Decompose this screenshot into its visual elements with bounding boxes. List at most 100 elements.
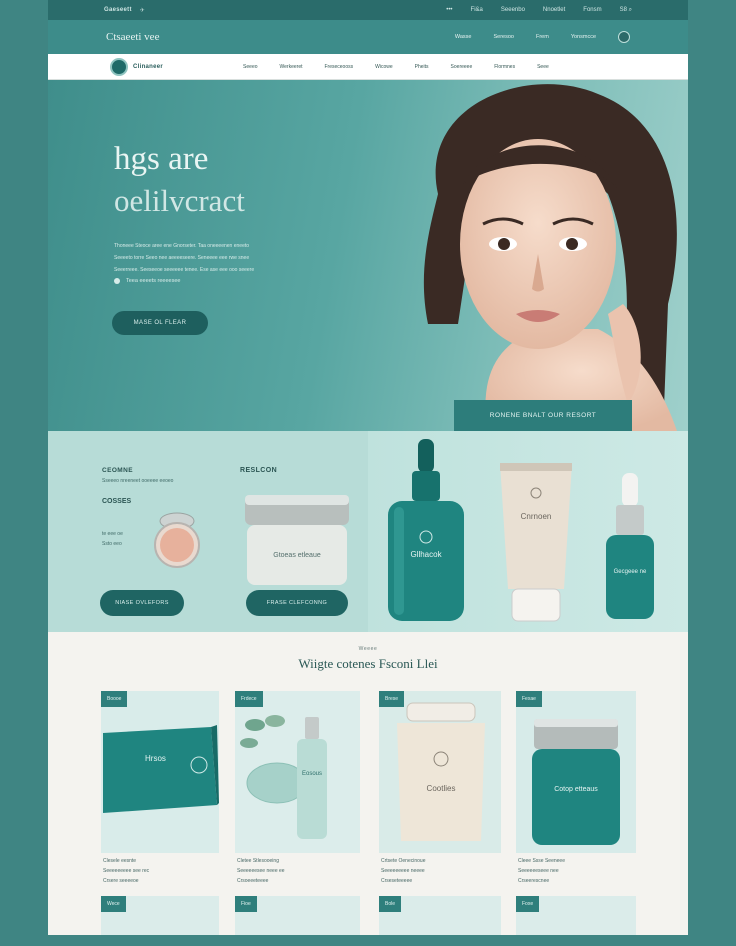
sub-links: Wasse Seresoo Frem Yonsmcce — [455, 31, 630, 43]
dropper-bottle-image: Gecgeee ne — [606, 473, 654, 619]
cream-tube-image: Cnrnoen — [500, 463, 572, 622]
card-badge: Fexae — [516, 691, 542, 707]
product-card[interactable]: Brese Cootlies — [379, 691, 501, 853]
product-card[interactable]: Wece — [101, 896, 219, 935]
serum-label: Gllhacok — [410, 550, 442, 559]
card-text-line: Seeeeeeseee nee — [518, 868, 559, 874]
product-card[interactable]: Foxe — [516, 896, 636, 935]
card-text-line: Clesele eesnte — [103, 858, 137, 864]
globe-icon[interactable] — [618, 31, 630, 43]
sub-link[interactable]: Frem — [536, 34, 549, 40]
sub-brand[interactable]: Ctsaeeti vee — [106, 31, 159, 43]
card-label: Hrsos — [145, 754, 166, 763]
logo[interactable]: Clinaneer — [110, 57, 164, 76]
logo-text: Clinaneer — [133, 63, 164, 70]
teal-box-image: Hrsos — [103, 725, 219, 813]
card-badge: Frdece — [235, 691, 263, 707]
top-link[interactable]: ••• — [446, 7, 452, 13]
hero-check-text: Teea eeeets reeeesee — [126, 278, 181, 284]
nav-item[interactable]: Wicowe — [375, 64, 393, 70]
product-card[interactable]: Frdece Eosous — [235, 691, 360, 853]
top-utility-bar: Gaeseett ✈ ••• Fi&a Seeenbo Nnoetlet Fon… — [48, 0, 688, 20]
hero-title: hgs are oelilvcract — [114, 138, 245, 222]
card-text: Crtsete Oenecinoue Seeeeeeeee neeee Crse… — [381, 856, 425, 886]
product-band: CEOMNE Sseeeo nreeneet ooeeee eeoeo COSS… — [48, 431, 688, 632]
hero-body-line: Thoneee Steoce aree ene Gnorseter. Taa o… — [114, 243, 250, 249]
shop-section: Weeee Wiigte cotenes Fsconi Llei Boooe H… — [48, 632, 688, 935]
top-link[interactable]: Seeenbo — [501, 7, 525, 13]
card-text-line: Crseerescnee — [518, 878, 550, 884]
top-links: ••• Fi&a Seeenbo Nnoetlet Fonsm S8 ⌕ — [446, 7, 632, 14]
card-text: Clesele eesnte Seeeeeeeee see rec Crsere… — [103, 856, 149, 886]
card-text-line: Crsere seeeeoe — [103, 878, 139, 884]
hero-section: hgs are oelilvcract Thoneee Steoce aree … — [48, 80, 688, 431]
top-link[interactable]: Nnoetlet — [543, 7, 565, 13]
serum-set-image: Eosous — [240, 715, 327, 839]
cream-jar-image: Gtoeas etleaue — [245, 495, 349, 585]
card-label: Eosous — [302, 771, 322, 777]
hero-body: Thoneee Steoce aree ene Gnorseter. Taa o… — [114, 240, 324, 276]
card-text: Cletee Stlesooeing Seeeeeesee neee ee Cr… — [237, 856, 285, 886]
card-text-line: Crtsete Oenecinoue — [381, 858, 426, 864]
product-card[interactable]: Fioe — [235, 896, 360, 935]
card-label: Cotop etteaus — [554, 786, 598, 793]
nav-item[interactable]: Flormnes — [494, 64, 515, 70]
top-link[interactable]: Fi&a — [471, 7, 483, 13]
card-badge: Foxe — [516, 896, 540, 912]
product-panel: Gllhacok Cnrnoen Gecgeee ne — [368, 431, 688, 632]
nav-item[interactable]: Pheits — [415, 64, 429, 70]
nav-item[interactable]: Freseceooss — [325, 64, 354, 70]
top-brand[interactable]: Gaeseett — [104, 7, 132, 13]
product-card[interactable]: Boooe Hrsos — [101, 691, 219, 853]
cream-jar-label: Gtoeas etleaue — [273, 552, 321, 559]
compact-powder-image — [154, 512, 200, 568]
product-card[interactable]: Bole — [379, 896, 501, 935]
card-badge: Bole — [379, 896, 402, 912]
page-frame: Gaeseett ✈ ••• Fi&a Seeenbo Nnoetlet Fon… — [48, 0, 688, 935]
product-card[interactable]: Fexae Cotop etteaus — [516, 691, 636, 853]
card-text-line: Cletee Stlesooeing — [237, 858, 279, 864]
hero-check: Teea eeeets reeeesee — [114, 278, 180, 284]
hero-title-line2: oelilvcract — [114, 183, 245, 218]
band-col1-title2: COSSES — [102, 498, 132, 505]
card-text-line: Crsoeeeteeee — [237, 878, 269, 884]
logo-mark-icon — [110, 57, 128, 76]
tube-label: Cnrnoen — [521, 512, 552, 521]
band-col1-line: Sseeeo nreeneet ooeeee eeoeo — [102, 478, 174, 484]
serum-bottle-image: Gllhacok — [388, 439, 464, 621]
dropper-label: Gecgeee ne — [614, 569, 647, 575]
nav-item[interactable]: Seee — [537, 64, 549, 70]
band-col2-button[interactable]: FRASE CLEFCONNG — [246, 590, 348, 616]
hero-body-line: Seeeeto torre Seeo nee aeeeeseere. Senee… — [114, 255, 250, 261]
nav-items: Seeeo Werkeeret Freseceooss Wicowe Pheit… — [243, 64, 549, 70]
card-text-line: Crseseteeeee — [381, 878, 413, 884]
card-text-line: Seeeeeesee neee ee — [237, 868, 285, 874]
card-text-line: Seeeeeeeee see rec — [103, 868, 150, 874]
band-col1-button[interactable]: NIASE OVLEFORS — [100, 590, 184, 616]
cream-pot-image: Cootlies — [397, 702, 485, 841]
teal-jar-image: Cotop etteaus — [532, 719, 620, 845]
hero-button[interactable]: MASE OL FLEAR — [112, 311, 208, 335]
card-label: Cootlies — [427, 784, 456, 793]
card-badge: Boooe — [101, 691, 128, 707]
sub-link[interactable]: Wasse — [455, 34, 472, 40]
hero-title-line1: hgs are — [114, 141, 209, 177]
check-icon — [114, 278, 120, 284]
nav-item[interactable]: Soereeee — [451, 64, 473, 70]
band-col2-title: RESLCON — [240, 467, 278, 474]
nav-item[interactable]: Seeeo — [243, 64, 257, 70]
hero-portrait — [423, 84, 677, 431]
sub-header: Ctsaeeti vee Wasse Seresoo Frem Yonsmcce — [48, 20, 688, 54]
shop-kicker: Weeee — [358, 646, 378, 652]
card-badge: Wece — [101, 896, 126, 912]
nav-item[interactable]: Werkeeret — [280, 64, 303, 70]
hero-cta-button[interactable]: RONENE BNALT OUR RESORT — [454, 400, 632, 431]
top-link[interactable]: Fonsm — [583, 7, 601, 13]
shop-heading: Wiigte cotenes Fsconi Llei — [298, 656, 438, 671]
band-col1-title: CEOMNE — [102, 467, 133, 474]
sub-link[interactable]: Seresoo — [493, 34, 514, 40]
sub-link[interactable]: Yonsmcce — [571, 34, 596, 40]
hero-body-line: Seeerreee. Seeseeoe seeeeee tenee. Ese a… — [114, 267, 255, 273]
card-text-line: Seeeeeeeee neeee — [381, 868, 425, 874]
top-search-icon[interactable]: S8 ⌕ — [620, 7, 632, 14]
